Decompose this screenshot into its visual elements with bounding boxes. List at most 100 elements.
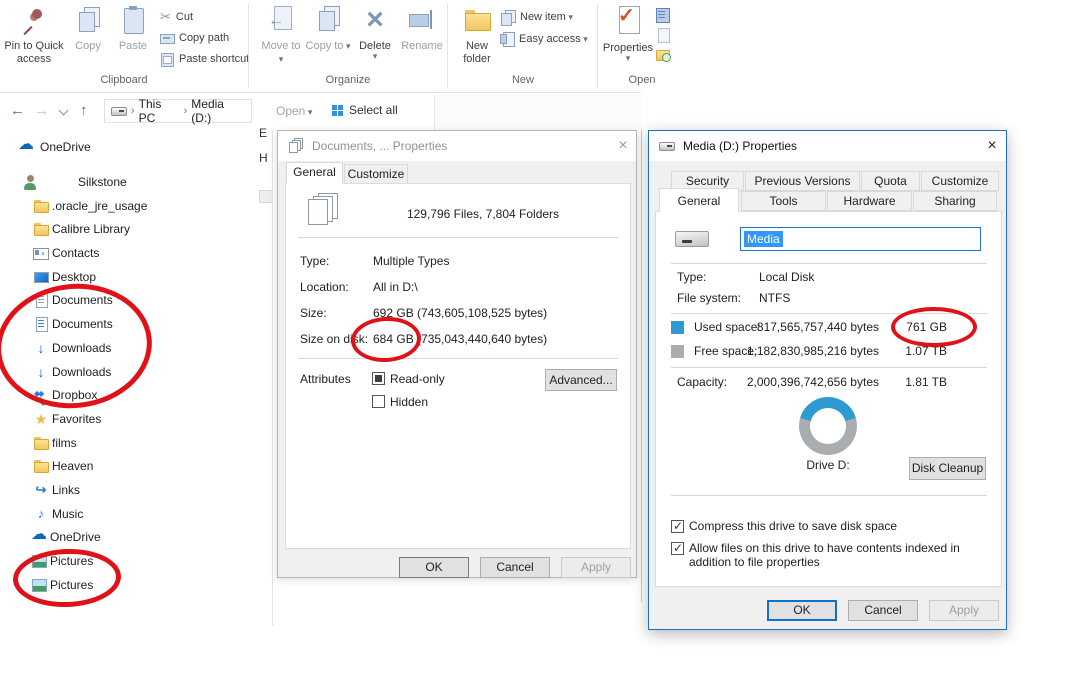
used-space-bytes: 817,565,757,440 bytes [729,320,879,334]
group-separator [248,4,249,88]
easy-access-button[interactable]: Easy access [500,30,588,48]
dialog-tab[interactable]: Previous Versions [745,171,860,191]
sidebar-item[interactable]: Favorites [0,407,271,431]
new-folder-icon [463,6,491,38]
sidebar-item[interactable]: Desktop [0,265,271,289]
property-label: Location: [300,274,373,300]
properties-button[interactable]: Properties [602,4,654,72]
command-bar-panel [434,95,641,130]
easy-access-label: Easy access [519,33,588,45]
sidebar-item[interactable]: Links [0,478,271,502]
open-panel-button[interactable] [656,6,670,24]
pin-to-quick-access-button[interactable]: Pin to Quick access [4,4,64,72]
breadcrumb-this-pc[interactable]: This PC [139,97,180,125]
new-folder-button[interactable]: New folder [452,4,502,72]
dialog-tab[interactable]: General [286,162,343,184]
pushpin-icon [22,6,46,38]
property-value: All in D:\ [373,280,418,294]
rename-icon [408,6,436,38]
file-explorer-window: Pin to Quick access Copy Paste Cut Copy … [0,0,1076,690]
property-row: Size:692 GB (743,605,108,525 bytes) [300,300,622,326]
disk-cleanup-button[interactable]: Disk Cleanup [909,457,986,480]
edit-button[interactable] [657,26,670,44]
capacity-label: Capacity: [677,375,727,389]
cancel-button[interactable]: Cancel [480,557,550,578]
advanced-button[interactable]: Advanced... [545,369,617,391]
dialog-tab[interactable]: Sharing [913,191,997,211]
dialog-tab[interactable]: Tools [741,191,826,211]
index-contents-checkbox[interactable] [671,542,684,555]
apply-button: Apply [929,600,999,621]
cancel-button[interactable]: Cancel [848,600,918,621]
hidden-checkbox[interactable] [372,395,385,408]
move-to-button[interactable]: Move to [258,4,304,72]
cut-button[interactable]: Cut [160,8,193,26]
select-all-grid-icon [332,105,343,116]
sidebar-item[interactable]: Silkstone [0,170,271,194]
dialog-tab[interactable]: General [659,188,739,212]
history-button[interactable] [656,46,671,64]
attributes-label: Attributes [300,372,351,386]
sidebar-item[interactable]: Contacts [0,241,271,265]
ok-button[interactable]: OK [767,600,837,621]
compress-drive-checkbox[interactable] [671,520,684,533]
paste-label: Paste [119,40,147,52]
dialog-tab[interactable]: Hardware [827,191,912,211]
hidden-label: Hidden [390,395,428,409]
delete-button[interactable]: Delete [352,4,398,72]
paste-shortcut-button[interactable]: Paste shortcut [160,50,249,68]
open-dropdown-button: Open [276,104,312,118]
delete-label: Delete [352,40,398,60]
dialog-tab[interactable]: Quota [861,171,920,191]
copy-button[interactable]: Copy [66,4,110,72]
dialog-titlebar[interactable]: Media (D:) Properties × [649,131,1006,161]
sidebar-item[interactable]: Heaven [0,454,271,478]
new-item-button[interactable]: New item [500,8,573,26]
dialog-titlebar[interactable]: Documents, ... Properties × [278,131,636,161]
star-icon [33,411,49,427]
pin-to-quick-access-label: Pin to Quick access [4,40,63,65]
dialog-title: Media (D:) Properties [683,139,797,153]
contacts-icon [33,245,49,261]
sidebar-item[interactable]: OneDrive [0,526,271,550]
drive-name-input[interactable]: Media [740,227,981,251]
back-arrow-icon[interactable]: ← [10,102,25,119]
copy-to-button[interactable]: Copy to [305,4,351,72]
close-icon[interactable]: × [983,136,1001,156]
user-icon [22,174,38,190]
paste-button[interactable]: Paste [110,4,156,72]
sidebar-item[interactable]: Music [0,502,271,526]
copy-path-button[interactable]: Copy path [160,29,229,47]
copy-path-label: Copy path [179,32,229,44]
copy-icon [75,6,101,38]
ok-button[interactable]: OK [399,557,469,578]
pane-separator[interactable] [272,130,273,626]
select-all-button[interactable]: Select all [332,103,398,117]
sidebar-item[interactable]: films [0,431,271,455]
files-folders-count: 129,796 Files, 7,804 Folders [358,207,608,221]
dialog-tab[interactable]: Customize [921,171,999,191]
sidebar-item[interactable]: Calibre Library [0,218,271,242]
annotation-circle-761gb [891,307,977,347]
dialog-tab[interactable]: Customize [344,164,408,184]
details-pane-icon [656,8,670,22]
select-all-label: Select all [349,103,398,117]
sidebar-item[interactable]: .oracle_jre_usage [0,194,271,218]
apply-button: Apply [561,557,631,578]
properties-field-list: Type:Multiple Types Location:All in D:\ … [300,248,622,352]
sidebar-item[interactable]: OneDrive [0,135,271,159]
recent-locations-chevron-icon[interactable] [59,106,69,116]
free-space-swatch [671,345,684,358]
organize-group-label: Organize [250,74,446,86]
close-icon[interactable]: × [614,136,632,156]
capacity-size: 1.81 TB [889,375,947,389]
breadcrumb-media-drive[interactable]: Media (D:) [191,97,245,125]
paste-shortcut-icon [160,52,174,66]
up-arrow-icon[interactable]: ↑ [80,102,88,119]
folder-icon [33,221,49,237]
type-label: Type: [677,270,706,284]
folder-icon [33,435,49,451]
readonly-checkbox[interactable] [372,372,385,385]
rename-button[interactable]: Rename [398,4,446,72]
breadcrumb[interactable]: › This PC › Media (D:) [104,99,252,123]
